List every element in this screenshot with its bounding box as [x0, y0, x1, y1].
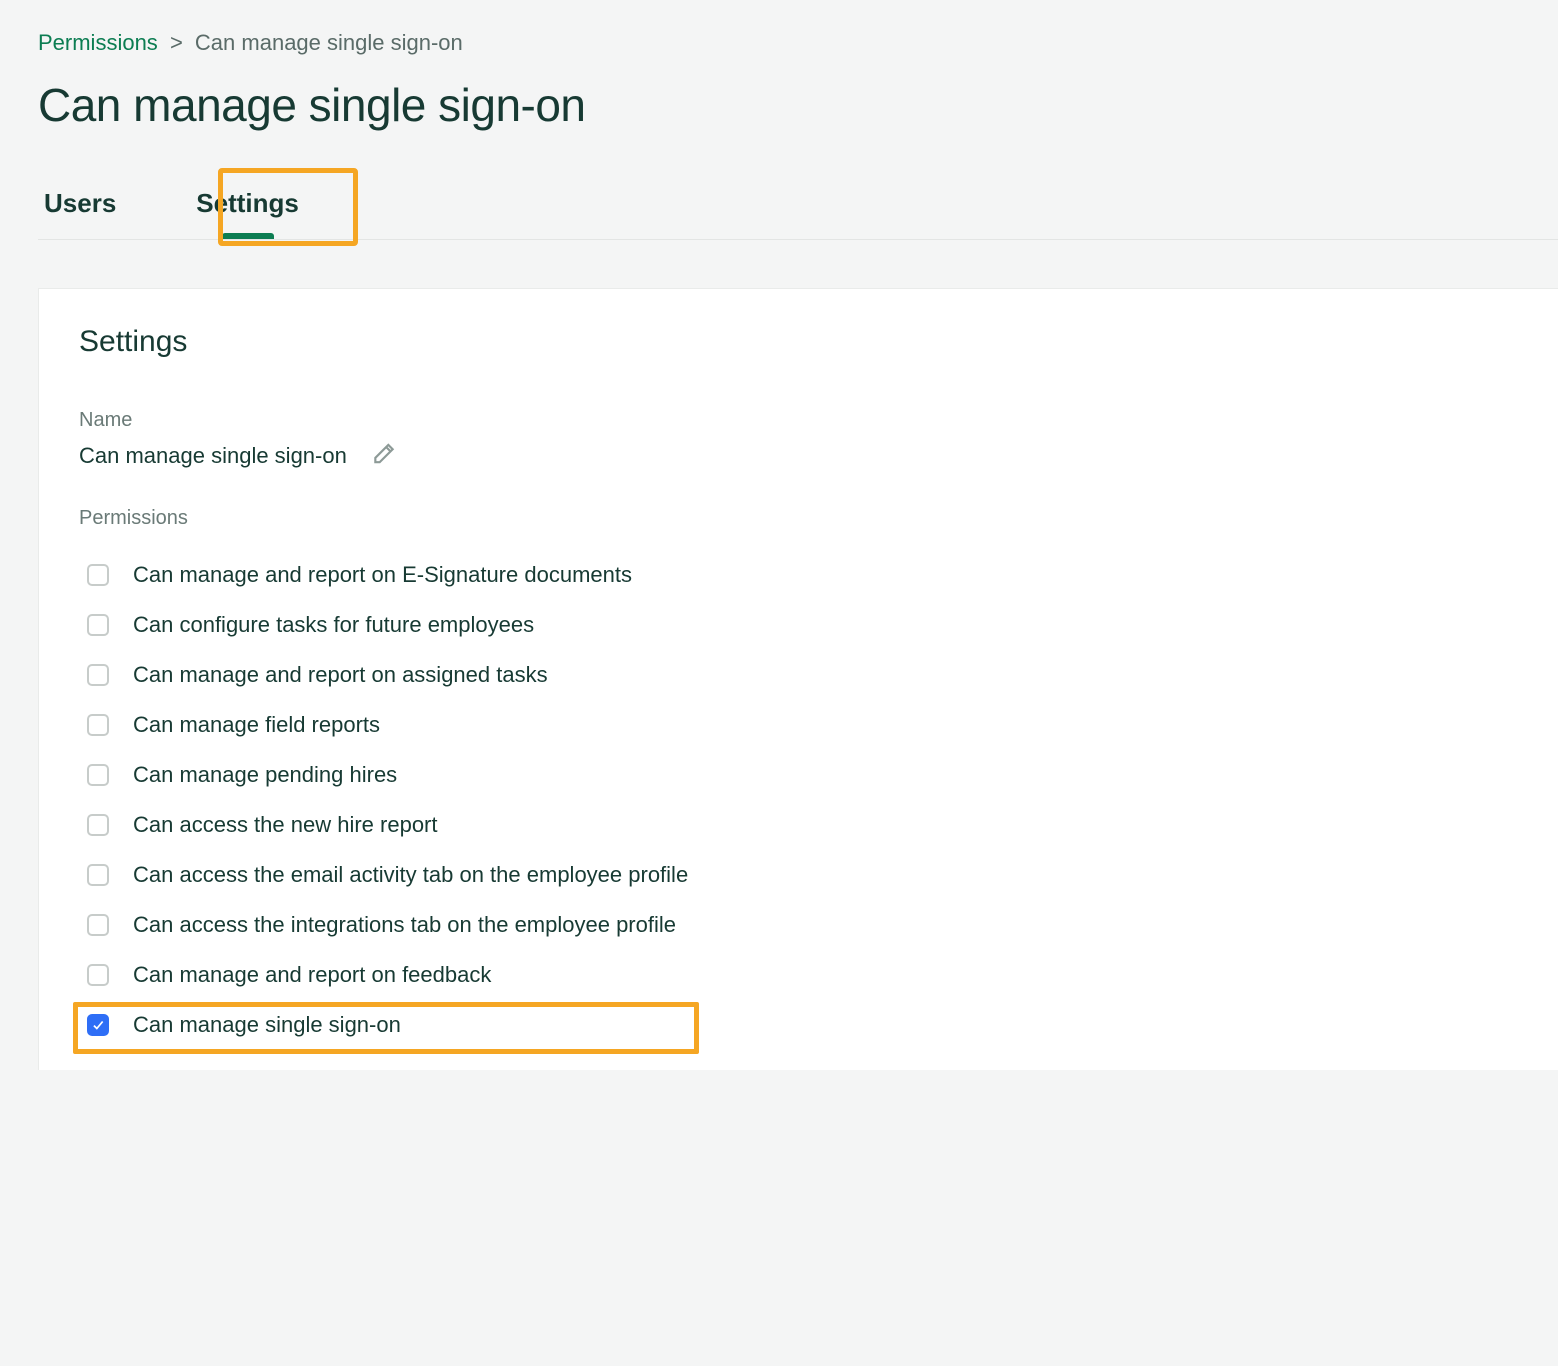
breadcrumb-current: Can manage single sign-on — [195, 30, 463, 55]
permission-label: Can access the new hire report — [133, 812, 438, 838]
tab-settings[interactable]: Settings — [192, 182, 303, 239]
permission-row: Can access the integrations tab on the e… — [79, 900, 1518, 950]
tabs: Users Settings — [38, 182, 1558, 240]
permission-label: Can manage and report on assigned tasks — [133, 662, 548, 688]
settings-panel: Settings Name Can manage single sign-on … — [38, 288, 1558, 1070]
permission-label: Can manage single sign-on — [133, 1012, 401, 1038]
permission-row: Can manage single sign-on — [79, 1000, 1518, 1050]
permission-label: Can manage and report on E-Signature doc… — [133, 562, 632, 588]
breadcrumb-separator: > — [170, 30, 183, 55]
permission-checkbox[interactable] — [87, 914, 109, 936]
panel-title: Settings — [79, 325, 1518, 359]
permission-checkbox[interactable] — [87, 614, 109, 636]
tab-users[interactable]: Users — [40, 182, 120, 239]
pencil-icon[interactable] — [371, 440, 397, 471]
permission-checkbox[interactable] — [87, 814, 109, 836]
permission-row: Can manage and report on assigned tasks — [79, 650, 1518, 700]
permission-row: Can manage field reports — [79, 700, 1518, 750]
permission-checkbox[interactable] — [87, 864, 109, 886]
permission-label: Can manage pending hires — [133, 762, 397, 788]
name-field-label: Name — [79, 409, 1518, 432]
permissions-list: Can manage and report on E-Signature doc… — [79, 550, 1518, 1050]
permission-label: Can manage and report on feedback — [133, 962, 491, 988]
permission-row: Can access the new hire report — [79, 800, 1518, 850]
permission-row: Can manage and report on E-Signature doc… — [79, 550, 1518, 600]
breadcrumb: Permissions > Can manage single sign-on — [38, 30, 1558, 56]
permission-label: Can configure tasks for future employees — [133, 612, 534, 638]
permission-row: Can configure tasks for future employees — [79, 600, 1518, 650]
name-field-value: Can manage single sign-on — [79, 443, 347, 469]
permission-row: Can manage pending hires — [79, 750, 1518, 800]
permission-checkbox[interactable] — [87, 714, 109, 736]
breadcrumb-root-link[interactable]: Permissions — [38, 30, 158, 55]
permission-checkbox[interactable] — [87, 964, 109, 986]
page-title: Can manage single sign-on — [38, 78, 1558, 132]
permission-checkbox[interactable] — [87, 1014, 109, 1036]
permission-checkbox[interactable] — [87, 564, 109, 586]
permission-checkbox[interactable] — [87, 764, 109, 786]
permission-label: Can access the integrations tab on the e… — [133, 912, 676, 938]
permissions-field-label: Permissions — [79, 507, 1518, 530]
permission-checkbox[interactable] — [87, 664, 109, 686]
permission-label: Can access the email activity tab on the… — [133, 862, 688, 888]
permission-row: Can access the email activity tab on the… — [79, 850, 1518, 900]
permission-label: Can manage field reports — [133, 712, 380, 738]
permission-row: Can manage and report on feedback — [79, 950, 1518, 1000]
